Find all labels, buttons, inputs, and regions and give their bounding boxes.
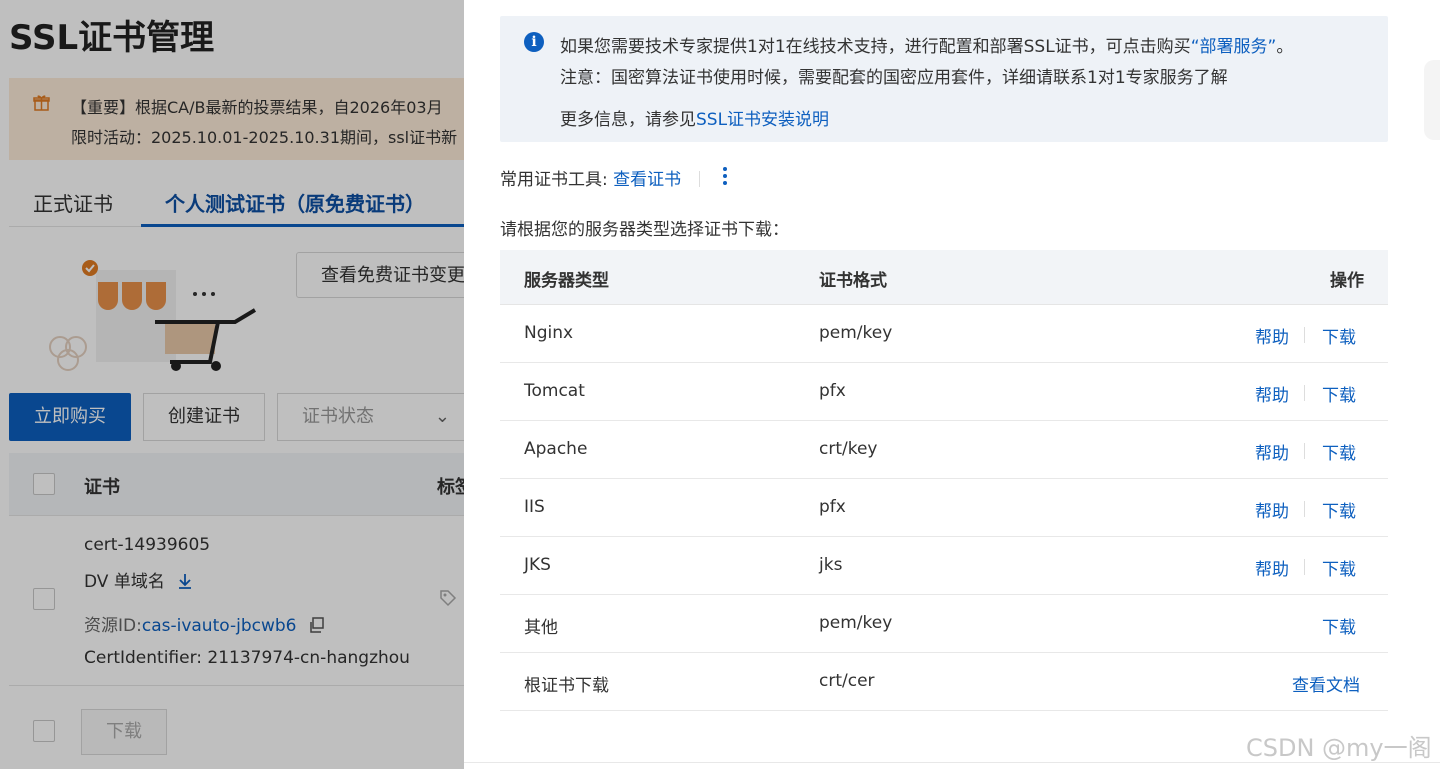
server-type: Tomcat xyxy=(524,381,585,401)
help-link[interactable]: 帮助 xyxy=(1255,381,1289,406)
help-link[interactable]: 帮助 xyxy=(1255,497,1289,522)
cert-tools: 常用证书工具: 查看证书 xyxy=(500,165,727,190)
help-link[interactable]: 帮助 xyxy=(1255,323,1289,348)
table-row: JKS jks 帮助 下载 xyxy=(500,537,1388,595)
help-link[interactable]: 帮助 xyxy=(1255,439,1289,464)
cert-format: pem/key xyxy=(819,323,893,343)
more-vertical-icon[interactable] xyxy=(722,164,728,186)
table-row: Nginx pem/key 帮助 下载 xyxy=(500,305,1388,363)
download-table: 服务器类型 证书格式 操作 Nginx pem/key 帮助 下载 Tomcat… xyxy=(500,250,1388,711)
download-link[interactable]: 下载 xyxy=(1322,439,1356,464)
server-type: Apache xyxy=(524,439,588,459)
server-type: JKS xyxy=(524,555,551,575)
cert-format: pfx xyxy=(819,381,846,401)
server-type-prompt: 请根据您的服务器类型选择证书下载： xyxy=(500,220,789,240)
info-line-3: 更多信息，请参见SSL证书安装说明 xyxy=(560,105,829,130)
server-type: 其他 xyxy=(524,618,558,638)
download-link[interactable]: 下载 xyxy=(1322,555,1356,580)
info-line-3-text: 更多信息，请参见 xyxy=(560,110,696,130)
server-type: Nginx xyxy=(524,323,574,343)
view-cert-link[interactable]: 查看证书 xyxy=(613,170,681,190)
info-alert: i 如果您需要技术专家提供1对1在线技术支持，进行配置和部署SSL证书，可点击购… xyxy=(500,16,1388,142)
cert-format: jks xyxy=(819,555,843,575)
cert-format: pfx xyxy=(819,497,846,517)
view-doc-link[interactable]: 查看文档 xyxy=(1292,671,1360,696)
table-row: IIS pfx 帮助 下载 xyxy=(500,479,1388,537)
table-row: 根证书下载 crt/cer 查看文档 xyxy=(500,653,1388,711)
ssl-install-guide-link[interactable]: SSL证书安装说明 xyxy=(696,110,829,130)
table-row: Apache crt/key 帮助 下载 xyxy=(500,421,1388,479)
deploy-service-link[interactable]: “部署服务” xyxy=(1191,37,1277,57)
tools-divider xyxy=(698,171,700,187)
server-type: 根证书下载 xyxy=(524,676,609,696)
cert-format: crt/key xyxy=(819,439,878,459)
action-divider xyxy=(1304,385,1305,401)
server-type: IIS xyxy=(524,497,545,517)
download-link[interactable]: 下载 xyxy=(1322,497,1356,522)
action-divider xyxy=(1304,443,1305,459)
table-row: 其他 pem/key 下载 xyxy=(500,595,1388,653)
header-action: 操作 xyxy=(1330,271,1364,291)
modal-overlay[interactable] xyxy=(0,0,464,769)
action-divider xyxy=(1304,559,1305,575)
download-table-header: 服务器类型 证书格式 操作 xyxy=(500,250,1388,305)
info-icon: i xyxy=(524,32,544,52)
table-row: Tomcat pfx 帮助 下载 xyxy=(500,363,1388,421)
action-divider xyxy=(1304,327,1305,343)
tools-label: 常用证书工具: xyxy=(500,170,608,190)
watermark: CSDN @my一阁 xyxy=(1246,734,1432,762)
help-link[interactable]: 帮助 xyxy=(1255,555,1289,580)
download-link[interactable]: 下载 xyxy=(1322,381,1356,406)
info-line-1-suffix: 。 xyxy=(1276,37,1294,57)
cert-format: crt/cer xyxy=(819,671,875,691)
edge-panel xyxy=(1424,60,1440,140)
header-server-type: 服务器类型 xyxy=(524,271,609,291)
info-line-2: 注意：国密算法证书使用时候，需要配套的国密应用套件，详细请联系1对1专家服务了解 xyxy=(560,68,1228,88)
download-link[interactable]: 下载 xyxy=(1322,613,1356,638)
action-divider xyxy=(1304,501,1305,517)
download-cert-drawer: i 如果您需要技术专家提供1对1在线技术支持，进行配置和部署SSL证书，可点击购… xyxy=(464,0,1440,769)
download-link[interactable]: 下载 xyxy=(1322,323,1356,348)
header-cert-format: 证书格式 xyxy=(819,271,887,291)
info-line-1: 如果您需要技术专家提供1对1在线技术支持，进行配置和部署SSL证书，可点击购买“… xyxy=(560,32,1293,57)
info-line-1-text: 如果您需要技术专家提供1对1在线技术支持，进行配置和部署SSL证书，可点击购买 xyxy=(560,37,1191,57)
cert-format: pem/key xyxy=(819,613,893,633)
